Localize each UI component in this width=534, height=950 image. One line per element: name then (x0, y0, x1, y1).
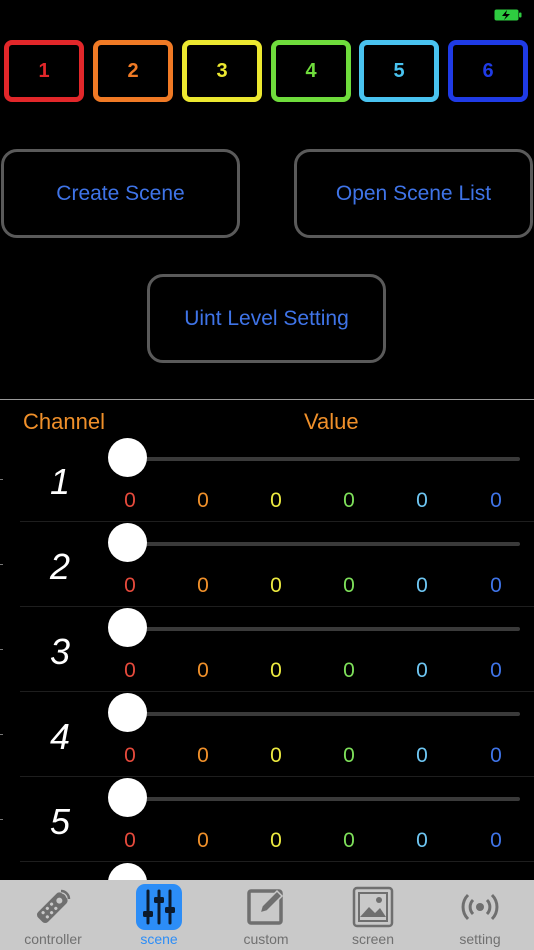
row-tick (0, 564, 3, 565)
open-scene-list-button[interactable]: Open Scene List (294, 149, 533, 238)
channel-value: 0 (343, 489, 355, 512)
channel-value: 0 (490, 744, 502, 767)
channel-row: 5 0 0 0 0 0 0 (0, 777, 534, 862)
value-header: Value (304, 409, 359, 434)
tab-label: screen (351, 931, 395, 947)
channel-value: 0 (416, 829, 428, 852)
level-slider-track[interactable] (128, 712, 520, 716)
level-slider-track[interactable] (128, 797, 520, 801)
sliders-icon (136, 884, 182, 930)
channel-number: 5 (49, 801, 71, 842)
group-button-4[interactable]: 4 (271, 40, 351, 102)
channel-value: 0 (124, 829, 136, 852)
row-tick (0, 734, 3, 735)
channel-value: 0 (197, 659, 209, 682)
group-label: 5 (393, 59, 405, 82)
channel-value: 0 (124, 574, 136, 597)
channel-value: 0 (416, 659, 428, 682)
group-label: 1 (38, 59, 50, 82)
group-button-3[interactable]: 3 (182, 40, 262, 102)
tab-custom[interactable]: custom (213, 880, 319, 950)
section-divider (0, 399, 534, 400)
create-scene-label: Create Scene (56, 181, 185, 205)
channel-row (0, 862, 534, 880)
level-slider-thumb[interactable] (108, 438, 147, 477)
level-slider-track[interactable] (128, 627, 520, 631)
channel-value: 0 (124, 659, 136, 682)
tab-screen[interactable]: screen (320, 880, 426, 950)
channel-value: 0 (270, 659, 282, 682)
channel-value: 0 (197, 829, 209, 852)
channel-value: 0 (490, 659, 502, 682)
channel-value: 0 (490, 574, 502, 597)
group-button-2[interactable]: 2 (93, 40, 173, 102)
channel-number: 4 (49, 716, 71, 757)
channel-value: 0 (490, 829, 502, 852)
channel-value: 0 (416, 574, 428, 597)
picture-icon (350, 884, 396, 930)
channel-value: 0 (490, 489, 502, 512)
channel-value: 0 (197, 489, 209, 512)
level-slider-thumb[interactable] (108, 608, 147, 647)
group-button-6[interactable]: 6 (448, 40, 528, 102)
unit-level-setting-button[interactable]: Uint Level Setting (147, 274, 386, 363)
channel-row: 1 0 0 0 0 0 0 (0, 437, 534, 522)
level-slider-track[interactable] (128, 457, 520, 461)
channel-row: 4 0 0 0 0 0 0 (0, 692, 534, 777)
tab-scene[interactable]: scene (106, 880, 212, 950)
tab-setting[interactable]: setting (427, 880, 533, 950)
group-label: 4 (305, 59, 317, 82)
channel-value: 0 (343, 744, 355, 767)
tab-controller[interactable]: controller (0, 880, 106, 950)
channel-value: 0 (343, 659, 355, 682)
open-scene-list-label: Open Scene List (335, 181, 492, 205)
channel-number: 1 (49, 461, 71, 502)
channel-value: 0 (124, 489, 136, 512)
channel-value: 0 (197, 744, 209, 767)
tab-label: custom (243, 931, 289, 947)
tab-label: scene (140, 931, 178, 947)
unit-level-setting-label: Uint Level Setting (184, 306, 349, 330)
level-slider-thumb[interactable] (108, 863, 147, 880)
level-slider-thumb[interactable] (108, 693, 147, 732)
level-slider-thumb[interactable] (108, 778, 147, 817)
row-tick (0, 479, 3, 480)
tab-label: setting (459, 931, 501, 947)
channel-list[interactable]: 1 0 0 0 0 0 0 2 0 0 0 0 0 0 3 0 0 0 0 0 … (0, 437, 534, 880)
group-label: 6 (482, 59, 494, 82)
channel-row: 3 0 0 0 0 0 0 (0, 607, 534, 692)
remote-control-icon (30, 884, 76, 930)
channel-value: 0 (416, 744, 428, 767)
channel-value: 0 (343, 574, 355, 597)
channel-number: 3 (49, 631, 71, 672)
create-scene-button[interactable]: Create Scene (1, 149, 240, 238)
group-selector: 1 2 3 4 5 6 (4, 40, 530, 104)
level-slider-thumb[interactable] (108, 523, 147, 562)
channel-value: 0 (270, 574, 282, 597)
group-label: 2 (127, 59, 139, 82)
level-slider-track[interactable] (128, 542, 520, 546)
group-button-5[interactable]: 5 (359, 40, 439, 102)
channel-value: 0 (343, 829, 355, 852)
channel-value: 0 (416, 489, 428, 512)
channel-number: 2 (49, 546, 71, 587)
tab-label: controller (24, 931, 82, 947)
edit-icon (243, 884, 289, 930)
group-label: 3 (216, 59, 228, 82)
tab-bar: controller scene custom screen setting (0, 880, 534, 950)
channel-value: 0 (270, 489, 282, 512)
broadcast-icon (457, 884, 503, 930)
group-button-1[interactable]: 1 (4, 40, 84, 102)
channel-value: 0 (270, 829, 282, 852)
channel-value: 0 (124, 744, 136, 767)
row-tick (0, 649, 3, 650)
row-tick (0, 819, 3, 820)
channel-row: 2 0 0 0 0 0 0 (0, 522, 534, 607)
channel-header: Channel (23, 409, 105, 434)
battery-charging-icon (494, 9, 522, 21)
channel-value: 0 (197, 574, 209, 597)
channel-value: 0 (270, 744, 282, 767)
